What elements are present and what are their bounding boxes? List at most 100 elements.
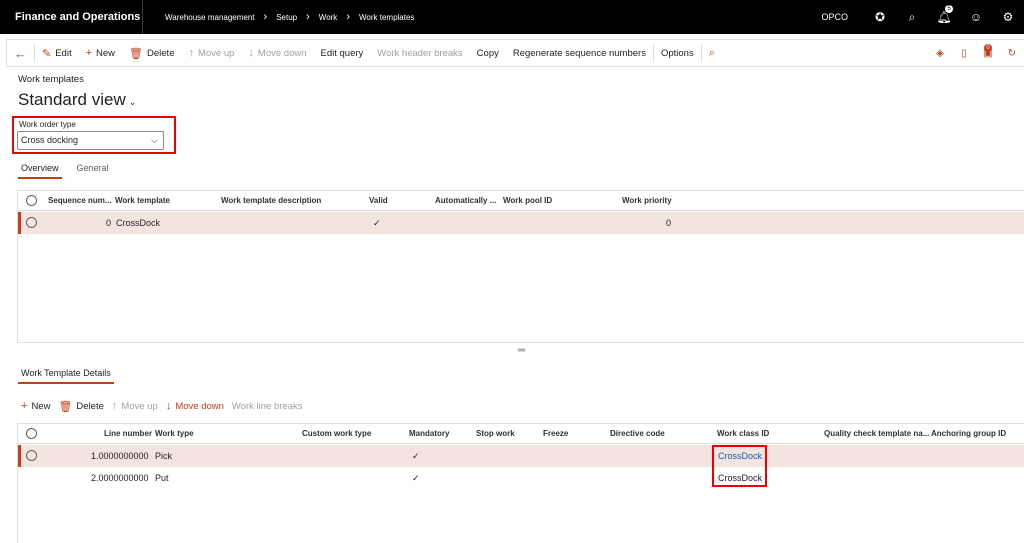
top-right-controls: OPCO ✪ ⌕ 🔔︎ 5 ☺ ⚙ bbox=[821, 0, 1024, 34]
move-up-button[interactable]: ↑ Move up bbox=[181, 39, 241, 67]
back-button[interactable]: ← bbox=[7, 44, 35, 62]
new-button[interactable]: + New bbox=[79, 39, 122, 67]
col-stop-work[interactable]: Stop work bbox=[476, 424, 515, 444]
table-row[interactable]: 0 CrossDock ✓ 0 bbox=[18, 212, 1024, 234]
chevron-right-icon: › bbox=[346, 11, 350, 23]
cell-mandatory-check[interactable]: ✓ bbox=[412, 445, 420, 467]
breadcrumb-work-templates[interactable]: Work templates bbox=[359, 13, 414, 22]
cell-work-type[interactable]: Put bbox=[155, 467, 169, 489]
regenerate-sequence-numbers-button[interactable]: Regenerate sequence numbers bbox=[506, 39, 653, 67]
attachments-icon[interactable]: ▣ 0 bbox=[976, 43, 1000, 59]
company-picker[interactable]: OPCO bbox=[821, 12, 848, 22]
settings-gear-icon[interactable]: ⚙ bbox=[992, 10, 1024, 24]
col-work-pool-id[interactable]: Work pool ID bbox=[503, 191, 552, 211]
col-freeze[interactable]: Freeze bbox=[543, 424, 568, 444]
copy-button[interactable]: Copy bbox=[470, 39, 506, 67]
trash-icon: 🗑︎ bbox=[58, 400, 73, 413]
details-grid-header: Line number Work type Custom work type M… bbox=[18, 424, 1024, 444]
tab-strip: Overview General bbox=[18, 160, 124, 179]
cell-line-number: 2.0000000000 bbox=[91, 473, 149, 483]
col-directive-code[interactable]: Directive code bbox=[610, 424, 665, 444]
tab-work-template-details[interactable]: Work Template Details bbox=[18, 366, 114, 384]
col-anchoring-group-id[interactable]: Anchoring group ID bbox=[931, 424, 1006, 444]
col-work-class-id[interactable]: Work class ID bbox=[717, 424, 769, 444]
pencil-icon: ✎ bbox=[42, 47, 52, 60]
cell-mandatory-check[interactable]: ✓ bbox=[412, 467, 420, 489]
col-sequence-number[interactable]: Sequence num... bbox=[48, 191, 112, 211]
col-custom-work-type[interactable]: Custom work type bbox=[302, 424, 371, 444]
col-work-type[interactable]: Work type bbox=[155, 424, 194, 444]
details-delete-label: Delete bbox=[76, 400, 104, 412]
move-up-label: Move up bbox=[197, 47, 235, 59]
col-work-template[interactable]: Work template bbox=[115, 191, 170, 211]
col-quality-check-template[interactable]: Quality check template na... bbox=[824, 424, 929, 444]
refresh-icon[interactable]: ↻ bbox=[1000, 48, 1024, 59]
arrow-up-icon: ↑ bbox=[188, 47, 194, 59]
app-title[interactable]: Finance and Operations bbox=[0, 0, 143, 34]
cell-work-priority: 0 bbox=[666, 218, 672, 228]
options-tab[interactable]: Options bbox=[652, 44, 702, 62]
chevron-down-icon: ⌄ bbox=[128, 97, 137, 107]
cell-sequence: 0 bbox=[106, 218, 112, 228]
work-order-type-select[interactable]: Cross docking ⌵ bbox=[17, 131, 164, 150]
copilot-icon[interactable]: ✪ bbox=[864, 10, 896, 24]
action-search-icon[interactable]: ⌕ bbox=[702, 39, 722, 67]
delete-button[interactable]: 🗑︎ Delete bbox=[122, 39, 181, 67]
select-all-radio[interactable] bbox=[26, 195, 37, 206]
breadcrumb-warehouse-management[interactable]: Warehouse management bbox=[165, 13, 255, 22]
cell-valid-check[interactable]: ✓ bbox=[373, 212, 381, 234]
plus-icon: + bbox=[85, 47, 93, 59]
office-icon[interactable]: ▯ bbox=[952, 48, 976, 59]
cell-work-type[interactable]: Pick bbox=[155, 445, 172, 467]
details-move-up-label: Move up bbox=[121, 400, 158, 412]
view-selector[interactable]: Standard view ⌄ bbox=[18, 90, 136, 110]
search-icon[interactable]: ⌕ bbox=[896, 10, 928, 25]
details-new-button[interactable]: + New bbox=[18, 398, 55, 414]
diamond-icon[interactable]: ◈ bbox=[928, 48, 952, 59]
col-line-number[interactable]: Line number bbox=[104, 424, 152, 444]
top-navigation-bar: Finance and Operations Warehouse managem… bbox=[0, 0, 1024, 34]
details-delete-button[interactable]: 🗑︎ Delete bbox=[55, 398, 108, 414]
col-automatically[interactable]: Automatically ... bbox=[435, 191, 496, 211]
cell-work-template[interactable]: CrossDock bbox=[116, 212, 160, 234]
cell-line-number: 1.0000000000 bbox=[91, 451, 149, 461]
row-select-radio[interactable] bbox=[26, 450, 37, 461]
table-row[interactable]: 2.0000000000 Put ✓ CrossDock bbox=[18, 467, 1024, 489]
breadcrumb: Warehouse management › Setup › Work › Wo… bbox=[143, 11, 414, 23]
grid-header: Sequence num... Work template Work templ… bbox=[18, 191, 1024, 211]
tab-general[interactable]: General bbox=[74, 160, 112, 179]
work-template-details-grid: Line number Work type Custom work type M… bbox=[17, 423, 1024, 543]
table-row[interactable]: 1.0000000000 Pick ✓ CrossDock bbox=[18, 445, 1024, 467]
details-select-all-radio[interactable] bbox=[26, 428, 37, 439]
page-caption: Work templates bbox=[18, 74, 84, 85]
details-move-down-label: Move down bbox=[175, 400, 224, 412]
chevron-right-icon: › bbox=[306, 11, 310, 23]
breadcrumb-work[interactable]: Work bbox=[319, 13, 338, 22]
edit-label: Edit bbox=[55, 47, 72, 59]
notifications-bell-icon[interactable]: 🔔︎ 5 bbox=[928, 5, 960, 24]
arrow-down-icon: ↓ bbox=[165, 400, 172, 412]
tab-overview[interactable]: Overview bbox=[18, 160, 62, 179]
col-work-priority[interactable]: Work priority bbox=[622, 191, 672, 211]
details-move-down-button[interactable]: ↓ Move down bbox=[163, 398, 229, 414]
breadcrumb-setup[interactable]: Setup bbox=[276, 13, 297, 22]
move-down-button[interactable]: ↓ Move down bbox=[241, 39, 313, 67]
work-line-breaks-button[interactable]: Work line breaks bbox=[229, 398, 308, 414]
col-valid[interactable]: Valid bbox=[369, 191, 388, 211]
view-name: Standard view bbox=[18, 90, 126, 109]
pane-splitter-handle[interactable]: ═ bbox=[518, 345, 525, 356]
edit-query-button[interactable]: Edit query bbox=[314, 39, 371, 67]
attachment-count-badge: 0 bbox=[984, 43, 992, 52]
row-select-radio[interactable] bbox=[26, 217, 37, 228]
edit-button[interactable]: ✎ Edit bbox=[35, 39, 79, 67]
col-work-template-description[interactable]: Work template description bbox=[221, 191, 321, 211]
work-order-type-label: Work order type bbox=[19, 120, 76, 129]
new-label: New bbox=[96, 47, 116, 59]
notification-count-badge: 5 bbox=[945, 5, 953, 13]
col-mandatory[interactable]: Mandatory bbox=[409, 424, 449, 444]
details-move-up-button[interactable]: ↑ Move up bbox=[109, 398, 163, 414]
feedback-smiley-icon[interactable]: ☺ bbox=[960, 10, 992, 24]
work-templates-grid: Sequence num... Work template Work templ… bbox=[17, 190, 1024, 343]
arrow-down-icon: ↓ bbox=[248, 47, 254, 59]
work-header-breaks-button[interactable]: Work header breaks bbox=[370, 39, 469, 67]
